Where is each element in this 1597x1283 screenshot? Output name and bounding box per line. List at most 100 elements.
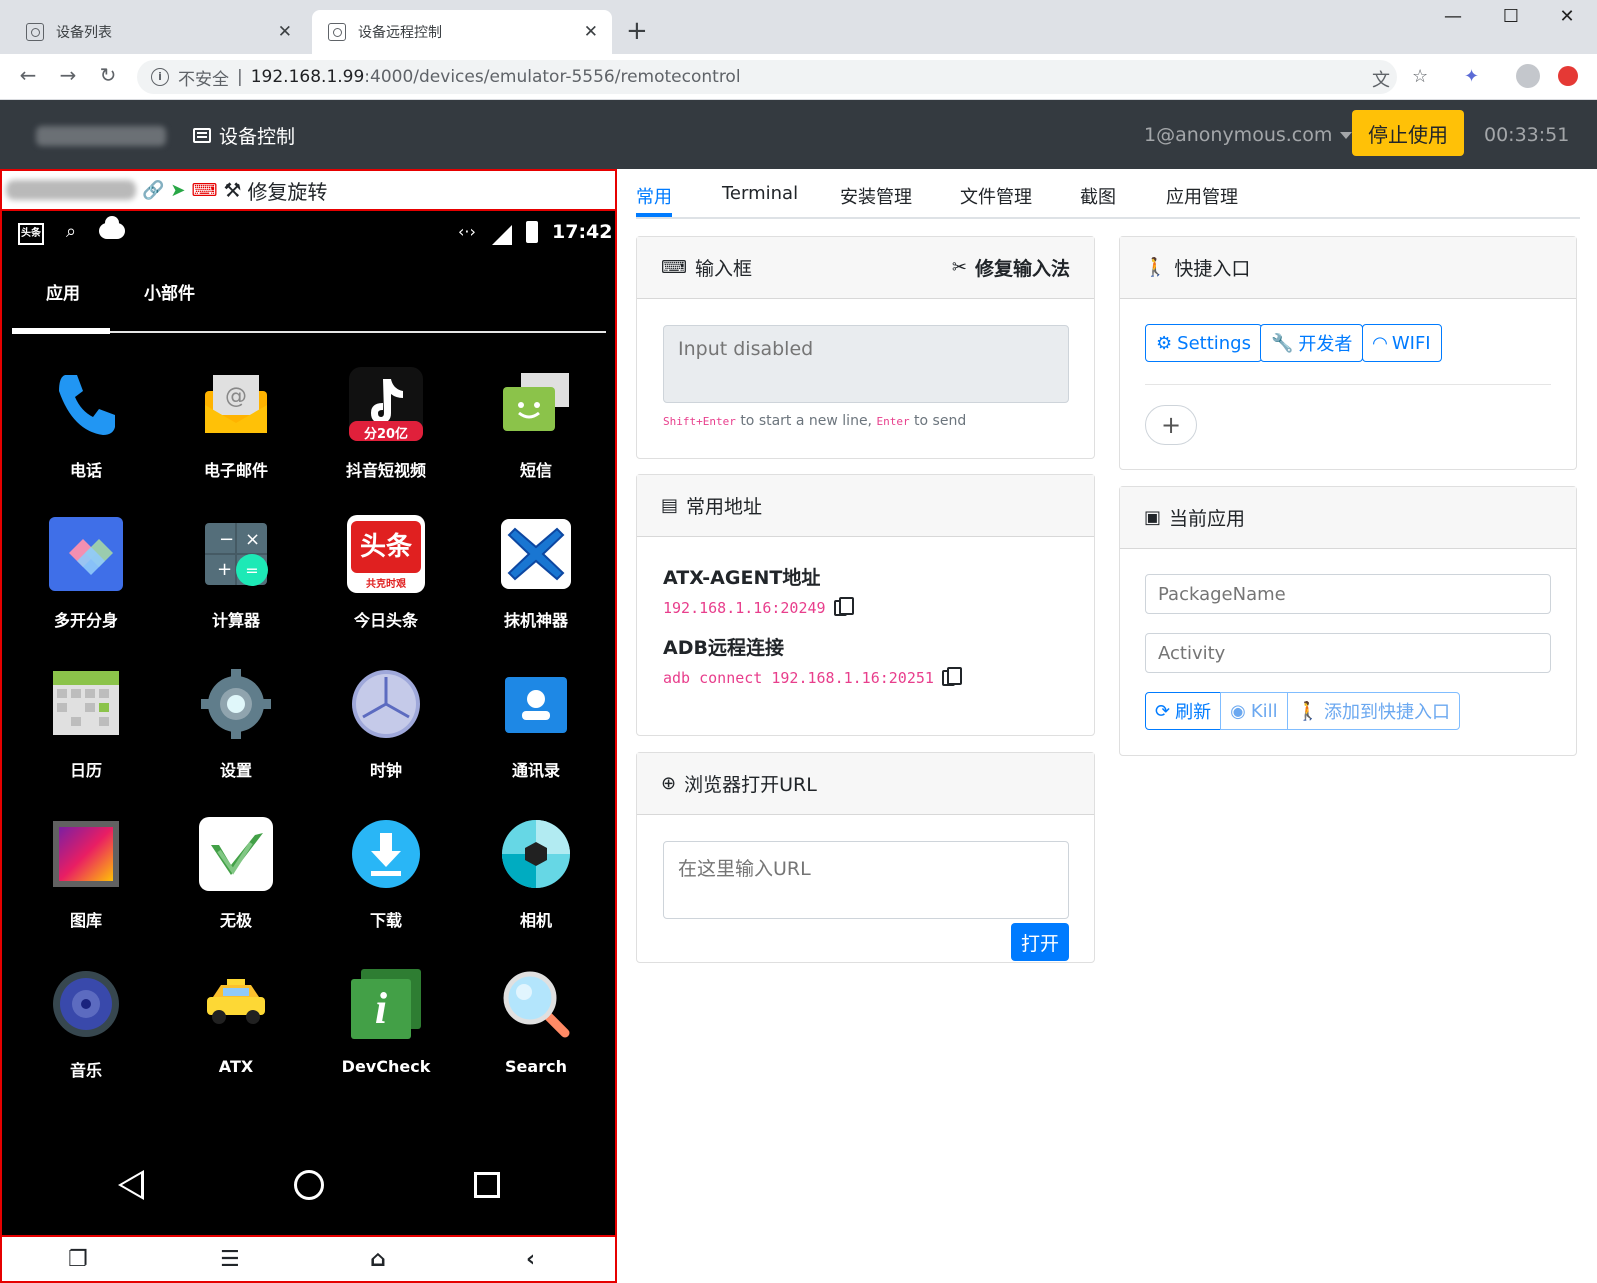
app-store-icon: ▣ (1144, 507, 1162, 528)
link-icon[interactable]: 🔗 (142, 180, 164, 201)
update-icon[interactable] (1558, 66, 1578, 86)
refresh-button[interactable]: ⟳ 刷新 (1145, 692, 1222, 730)
app-email[interactable]: @ 电子邮件 (166, 365, 306, 481)
app-devcheck[interactable]: i DevCheck (316, 965, 456, 1076)
session-timer: 00:33:51 (1484, 124, 1570, 146)
app-multi-open[interactable]: 多开分身 (16, 515, 156, 631)
close-tab-icon[interactable]: ✕ (584, 22, 598, 42)
activity-input[interactable] (1145, 633, 1551, 673)
app-label: 电话 (69, 461, 102, 480)
device-text-input[interactable] (663, 325, 1069, 403)
fix-rotation-button[interactable]: ⚒ 修复旋转 (224, 176, 328, 205)
input-card: ⌨ 输入框 ✂ 修复输入法 Shift+Enter to start a new… (636, 236, 1095, 459)
app-eraser[interactable]: 抹机神器 (466, 515, 606, 631)
add-to-shortcut-button[interactable]: 🚶 添加到快捷入口 (1286, 692, 1461, 730)
close-tab-icon[interactable]: ✕ (278, 22, 292, 42)
atx-icon (197, 965, 275, 1043)
copy-icon[interactable] (941, 667, 962, 686)
developer-shortcut-label: 开发者 (1298, 334, 1353, 355)
favicon-icon (328, 23, 346, 41)
device-screen[interactable]: 头条 ⌕ ‹·› 17:42 应用 小部件 电话 @ 电子邮件 分20亿 抖音短… (2, 213, 615, 1233)
app-sms[interactable]: 短信 (466, 365, 606, 481)
url-textarea[interactable] (663, 841, 1069, 919)
app-settings[interactable]: 设置 (166, 665, 306, 781)
menu-icon[interactable]: ☰ (220, 1247, 240, 1272)
keyboard-icon[interactable]: ⌨ (192, 180, 218, 201)
cursor-icon[interactable]: ➤ (170, 180, 185, 201)
translate-icon[interactable]: 文 (1372, 66, 1390, 92)
user-dropdown[interactable]: 1@anonymous.com (1144, 124, 1353, 146)
reload-icon[interactable]: ↻ (94, 63, 122, 87)
open-url-button[interactable]: 打开 (1011, 923, 1069, 961)
refresh-label: 刷新 (1175, 702, 1212, 723)
android-home-icon[interactable] (294, 1170, 324, 1200)
app-atx[interactable]: ATX (166, 965, 306, 1076)
close-window-button[interactable]: ✕ (1544, 6, 1590, 27)
favicon-icon (26, 23, 44, 41)
drawer-tab-apps[interactable]: 应用 (46, 279, 80, 304)
developer-shortcut-button[interactable]: 🔧 开发者 (1260, 324, 1364, 362)
brand-logo[interactable] (36, 126, 166, 146)
keyboard-icon: ⌨ (661, 257, 687, 278)
info-icon[interactable]: i (151, 68, 169, 86)
tab-files[interactable]: 文件管理 (960, 183, 1032, 209)
app-search[interactable]: Search (466, 965, 606, 1076)
app-camera[interactable]: 相机 (466, 815, 606, 931)
calculator-icon: − × + = (197, 515, 275, 593)
browser-tab-title: 设备列表 (56, 25, 112, 41)
app-contacts[interactable]: 通讯录 (466, 665, 606, 781)
minimize-window-button[interactable]: — (1430, 6, 1476, 27)
app-clock[interactable]: 时钟 (316, 665, 456, 781)
back-icon[interactable]: ‹ (526, 1247, 535, 1272)
bookmark-star-icon[interactable]: ☆ (1412, 66, 1428, 87)
home-icon[interactable]: ⌂ (370, 1247, 386, 1272)
extension-icon[interactable]: ✦ (1464, 66, 1479, 87)
app-toutiao[interactable]: 头条 共克时艰 今日头条 (316, 515, 456, 631)
tab-install[interactable]: 安装管理 (840, 183, 912, 209)
app-phone[interactable]: 电话 (16, 365, 156, 481)
settings-shortcut-button[interactable]: ⚙ Settings (1145, 324, 1262, 362)
fix-ime-button[interactable]: ✂ 修复输入法 (952, 254, 1070, 281)
stop-using-button[interactable]: 停止使用 (1352, 110, 1464, 156)
svg-text:×: × (245, 529, 260, 550)
back-arrow-icon[interactable]: ← (14, 63, 42, 87)
copy-icon[interactable] (833, 597, 854, 616)
browser-tab-device-list[interactable]: 设备列表 ✕ (10, 10, 306, 54)
app-gallery[interactable]: 图库 (16, 815, 156, 931)
app-calendar[interactable]: 日历 (16, 665, 156, 781)
list-icon (193, 128, 211, 143)
app-label: 多开分身 (53, 611, 118, 630)
input-hint: Shift+Enter to start a new line, Enter t… (663, 413, 966, 429)
profile-avatar-icon[interactable] (1516, 64, 1540, 88)
forward-arrow-icon[interactable]: → (54, 63, 82, 87)
tab-screenshot[interactable]: 截图 (1080, 183, 1116, 209)
atx-agent-value[interactable]: 192.168.1.16:20249 (663, 599, 826, 617)
app-tiktok[interactable]: 分20亿 抖音短视频 (316, 365, 456, 481)
tab-apps[interactable]: 应用管理 (1166, 183, 1238, 209)
android-back-icon[interactable] (118, 1170, 144, 1200)
drawer-tab-widgets[interactable]: 小部件 (144, 279, 195, 304)
new-tab-button[interactable]: + (626, 16, 648, 46)
maximize-window-button[interactable]: ☐ (1488, 6, 1534, 27)
add-shortcut-button[interactable]: + (1145, 405, 1197, 445)
kill-button[interactable]: ◉ Kill (1220, 692, 1288, 730)
wifi-shortcut-button[interactable]: ◠ WIFI (1362, 324, 1442, 362)
email-icon: @ (197, 365, 275, 443)
battery-icon (526, 221, 538, 243)
toutiao-slogan: 共克时艰 (366, 579, 406, 590)
url-input[interactable]: i 不安全 | 192.168.1.99 :4000/devices/emula… (137, 60, 1397, 94)
adb-connect-value[interactable]: adb connect 192.168.1.16:20251 (663, 669, 934, 687)
android-recents-icon[interactable] (474, 1172, 500, 1198)
app-wuji[interactable]: 无极 (166, 815, 306, 931)
app-download[interactable]: 下载 (316, 815, 456, 931)
app-calculator[interactable]: − × + = 计算器 (166, 515, 306, 631)
active-tab-indicator (636, 213, 672, 217)
android-status-bar: 头条 ⌕ ‹·› 17:42 (2, 213, 615, 253)
browser-tab-remote-control[interactable]: 设备远程控制 ✕ (312, 10, 612, 54)
app-music[interactable]: 音乐 (16, 965, 156, 1081)
tab-common[interactable]: 常用 (636, 183, 672, 209)
tab-terminal[interactable]: Terminal (722, 183, 798, 204)
overview-icon[interactable]: ❐ (68, 1247, 88, 1272)
tiktok-icon: 分20亿 (347, 365, 425, 443)
package-name-input[interactable] (1145, 574, 1551, 614)
